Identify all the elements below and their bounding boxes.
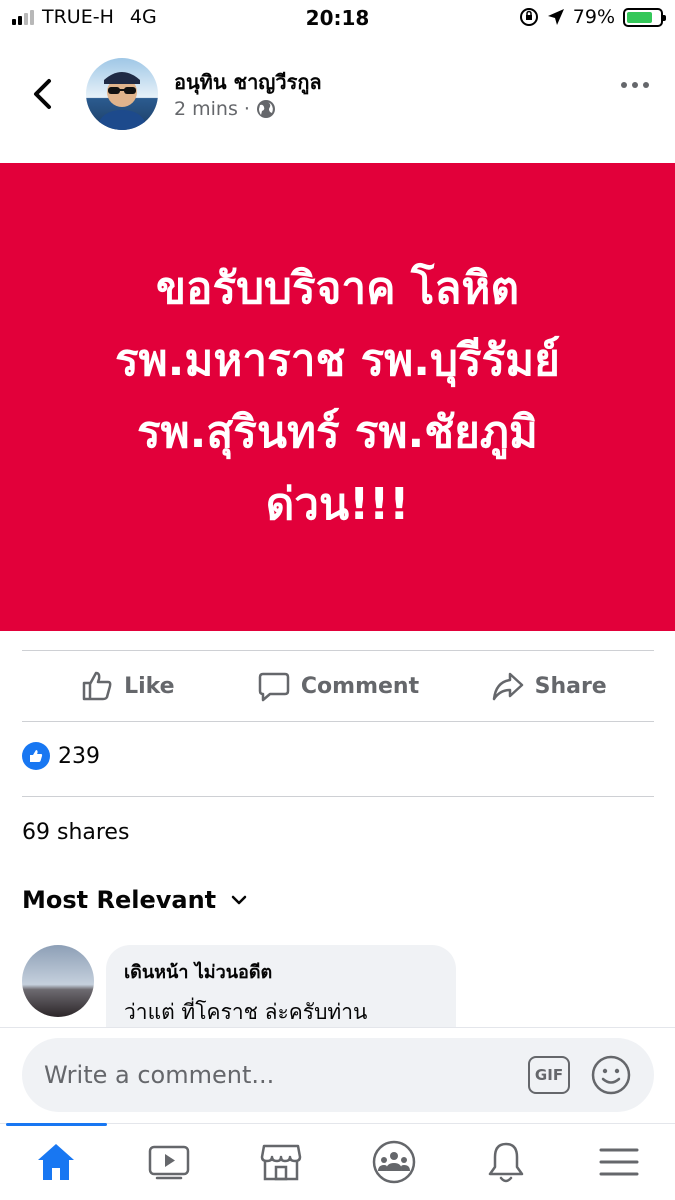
tab-groups[interactable] <box>338 1124 451 1200</box>
chevron-down-icon <box>231 895 247 905</box>
commenter-name[interactable]: เดินหน้า ไม่วนอดีต <box>124 957 438 986</box>
notifications-icon <box>489 1142 524 1183</box>
chevron-left-icon <box>34 79 51 109</box>
post-time[interactable]: 2 mins <box>174 98 238 120</box>
groups-icon <box>372 1140 415 1184</box>
post-image-line-1: ขอรับบริจาค โลหิต <box>155 263 520 314</box>
share-arrow-icon <box>492 672 523 701</box>
video-icon <box>148 1145 189 1180</box>
divider <box>22 650 654 651</box>
tab-marketplace[interactable] <box>225 1124 338 1200</box>
comment-sort-dropdown[interactable]: Most Relevant <box>22 886 248 914</box>
post-image[interactable]: ขอรับบริจาค โลหิต รพ.มหาราช รพ.บุรีรัมย์… <box>0 163 675 631</box>
comment-icon <box>258 672 290 702</box>
comment-sort-label: Most Relevant <box>22 886 217 914</box>
reactions-summary[interactable]: 239 <box>22 742 100 770</box>
signal-icon <box>12 9 34 25</box>
comment-item: เดินหน้า ไม่วนอดีต ว่าแต่ ที่โคราช ล่ะคร… <box>22 945 662 1027</box>
share-label: Share <box>534 673 607 699</box>
divider <box>22 721 654 722</box>
comment-input[interactable] <box>44 1061 528 1089</box>
network-label: 4G <box>129 6 157 28</box>
shares-count[interactable]: 69 shares <box>22 820 129 845</box>
comment-text: ว่าแต่ ที่โคราช ล่ะครับท่าน <box>124 1000 368 1024</box>
post-image-line-4: ด่วน!!! <box>265 479 410 530</box>
more-options-button[interactable] <box>621 82 649 88</box>
commenter-avatar[interactable] <box>22 945 94 1017</box>
thumbs-up-icon <box>82 671 112 701</box>
meta-separator: · <box>243 98 250 120</box>
post-meta: 2 mins · <box>174 98 276 120</box>
marketplace-icon <box>261 1144 302 1181</box>
author-avatar[interactable] <box>86 58 158 130</box>
post-image-line-3: รพ.สุรินทร์ รพ.ชัยภูมิ <box>137 407 538 458</box>
bottom-tab-bar <box>0 1123 675 1200</box>
like-count: 239 <box>58 743 100 769</box>
back-button[interactable] <box>20 72 64 116</box>
status-bar: TRUE-H 4G 20:18 79% <box>0 0 675 38</box>
globe-icon <box>256 100 275 118</box>
home-icon <box>38 1144 75 1180</box>
tab-video[interactable] <box>113 1124 226 1200</box>
location-arrow-icon <box>547 9 564 25</box>
menu-icon <box>599 1148 639 1176</box>
tab-home[interactable] <box>0 1123 113 1200</box>
comment-composer: GIF <box>22 1038 654 1112</box>
battery-percent: 79% <box>572 6 615 28</box>
divider <box>22 796 654 797</box>
battery-icon <box>623 7 666 27</box>
like-button[interactable]: Like <box>22 652 233 720</box>
post-header: อนุทิน ชาญวีรกูล 2 mins · <box>0 48 675 148</box>
tab-menu[interactable] <box>563 1124 675 1200</box>
carrier-label: TRUE-H <box>42 6 114 28</box>
like-label: Like <box>124 673 175 699</box>
comment-label: Comment <box>300 673 420 699</box>
gif-label: GIF <box>534 1066 564 1084</box>
orientation-lock-icon <box>519 8 538 26</box>
post-image-line-2: รพ.มหาราช รพ.บุรีรัมย์ <box>115 335 560 386</box>
gif-button[interactable]: GIF <box>528 1056 570 1094</box>
share-button[interactable]: Share <box>443 652 654 720</box>
post-actions: Like Comment Share <box>22 652 654 720</box>
author-name[interactable]: อนุทิน ชาญวีรกูล <box>174 66 322 98</box>
tab-notifications[interactable] <box>450 1124 563 1200</box>
comment-button[interactable]: Comment <box>233 652 444 720</box>
emoji-icon[interactable] <box>590 1054 632 1096</box>
comment-bubble[interactable]: เดินหน้า ไม่วนอดีต ว่าแต่ ที่โคราช ล่ะคร… <box>106 945 456 1027</box>
like-reaction-icon <box>22 742 50 770</box>
comment-composer-bar: GIF <box>0 1027 675 1123</box>
